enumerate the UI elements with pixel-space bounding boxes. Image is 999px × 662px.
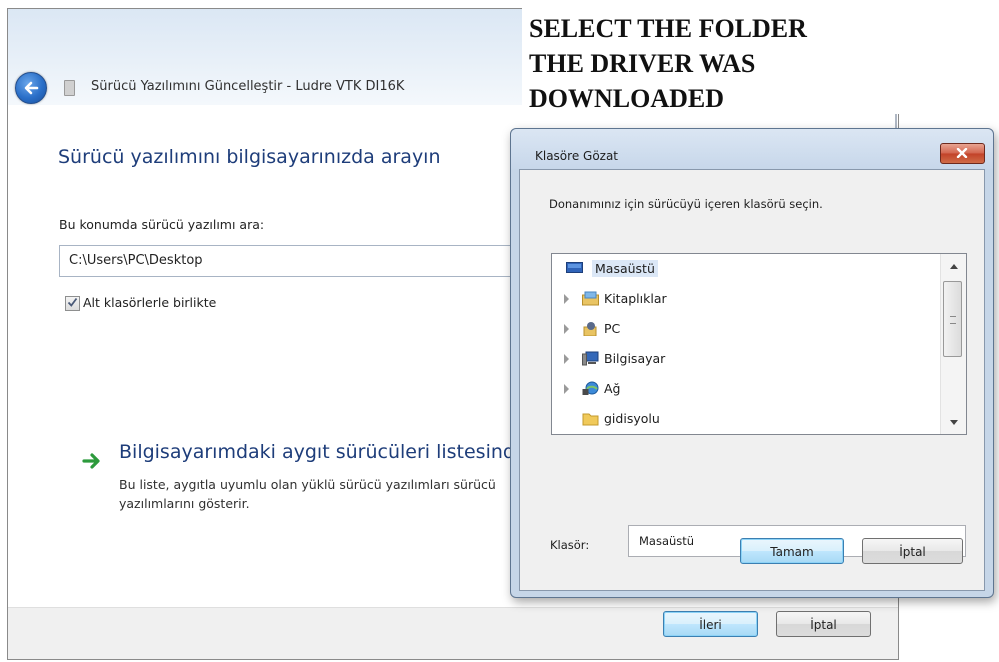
tree-item-label: Masaüstü xyxy=(592,260,658,277)
tree-scrollbar[interactable] xyxy=(940,254,966,434)
expand-arrow-icon[interactable] xyxy=(564,324,569,334)
expand-arrow-icon[interactable] xyxy=(564,294,569,304)
close-icon xyxy=(956,148,968,158)
tree-item-computer[interactable]: Bilgisayar xyxy=(552,348,938,370)
cancel-button[interactable]: İptal xyxy=(776,611,871,637)
folder-value: Masaüstü xyxy=(639,534,695,548)
arrow-left-icon xyxy=(24,81,39,95)
folder-icon xyxy=(582,413,599,426)
green-arrow-icon xyxy=(82,453,100,469)
dialog-instruction: Donanımınız için sürücüyü içeren klasörü… xyxy=(549,197,823,211)
tree-item-network[interactable]: Ağ xyxy=(552,378,938,400)
tree-item-desktop[interactable]: Masaüstü xyxy=(552,258,938,280)
dialog-body: Donanımınız için sürücüyü içeren klasörü… xyxy=(519,169,985,591)
browse-folder-dialog: Klasöre Gözat Donanımınız için sürücüyü … xyxy=(510,128,994,598)
scroll-grip xyxy=(950,316,956,324)
scroll-up-arrow-icon[interactable] xyxy=(950,264,958,269)
computer-icon xyxy=(582,351,599,366)
tree-item-label: Kitaplıklar xyxy=(604,291,667,306)
device-icon xyxy=(64,80,75,96)
dialog-titlebar[interactable]: Klasöre Gözat xyxy=(511,129,993,169)
instruction-text: SELECT THE FOLDER THE DRIVER WAS DOWNLOA… xyxy=(529,14,807,113)
tree-item-libraries[interactable]: Kitaplıklar xyxy=(552,288,938,310)
expand-arrow-icon[interactable] xyxy=(564,354,569,364)
dialog-title: Klasöre Gözat xyxy=(535,149,619,163)
ok-button[interactable]: Tamam xyxy=(740,538,844,564)
tree-item-label: gidisyolu xyxy=(604,411,660,426)
next-button[interactable]: İleri xyxy=(663,611,758,637)
driver-list-option-description: Bu liste, aygıtla uyumlu olan yüklü sürü… xyxy=(119,477,496,511)
search-path-input[interactable]: C:\Users\PC\Desktop xyxy=(59,245,530,277)
wizard-footer xyxy=(8,607,898,659)
tree-item-pc[interactable]: PC xyxy=(552,318,938,340)
network-icon xyxy=(582,381,599,395)
scroll-thumb[interactable] xyxy=(943,281,962,357)
expand-arrow-icon[interactable] xyxy=(564,384,569,394)
dialog-cancel-button[interactable]: İptal xyxy=(862,538,963,564)
scroll-down-arrow-icon[interactable] xyxy=(950,420,958,425)
user-icon xyxy=(583,322,597,336)
close-button[interactable] xyxy=(940,143,985,164)
folder-tree[interactable]: Masaüstü Kitaplıklar PC Bilgisayar Ağ gi… xyxy=(551,253,967,435)
tree-item-label: Ağ xyxy=(604,381,621,396)
tree-item-gidisyolu[interactable]: gidisyolu xyxy=(552,408,938,430)
instruction-overlay: SELECT THE FOLDER THE DRIVER WAS DOWNLOA… xyxy=(522,6,922,114)
page-title: Sürücü yazılımını bilgisayarınızda arayı… xyxy=(58,146,441,168)
search-location-label: Bu konumda sürücü yazılımı ara: xyxy=(59,217,265,232)
back-button[interactable] xyxy=(15,72,47,104)
folder-label: Klasör: xyxy=(550,538,590,552)
libraries-icon xyxy=(582,291,599,306)
wizard-title: Sürücü Yazılımını Güncelleştir - Ludre V… xyxy=(91,79,405,94)
search-path-value: C:\Users\PC\Desktop xyxy=(69,253,203,268)
tree-item-label: PC xyxy=(604,321,621,336)
include-subfolders-checkbox[interactable] xyxy=(65,296,80,311)
tree-item-label: Bilgisayar xyxy=(604,351,666,366)
driver-list-option-link[interactable]: Bilgisayarımdaki aygıt sürücüleri listes… xyxy=(119,441,515,463)
checkmark-icon xyxy=(67,297,78,307)
include-subfolders-label[interactable]: Alt klasörlerle birlikte xyxy=(83,295,216,310)
desktop-icon xyxy=(566,262,583,273)
